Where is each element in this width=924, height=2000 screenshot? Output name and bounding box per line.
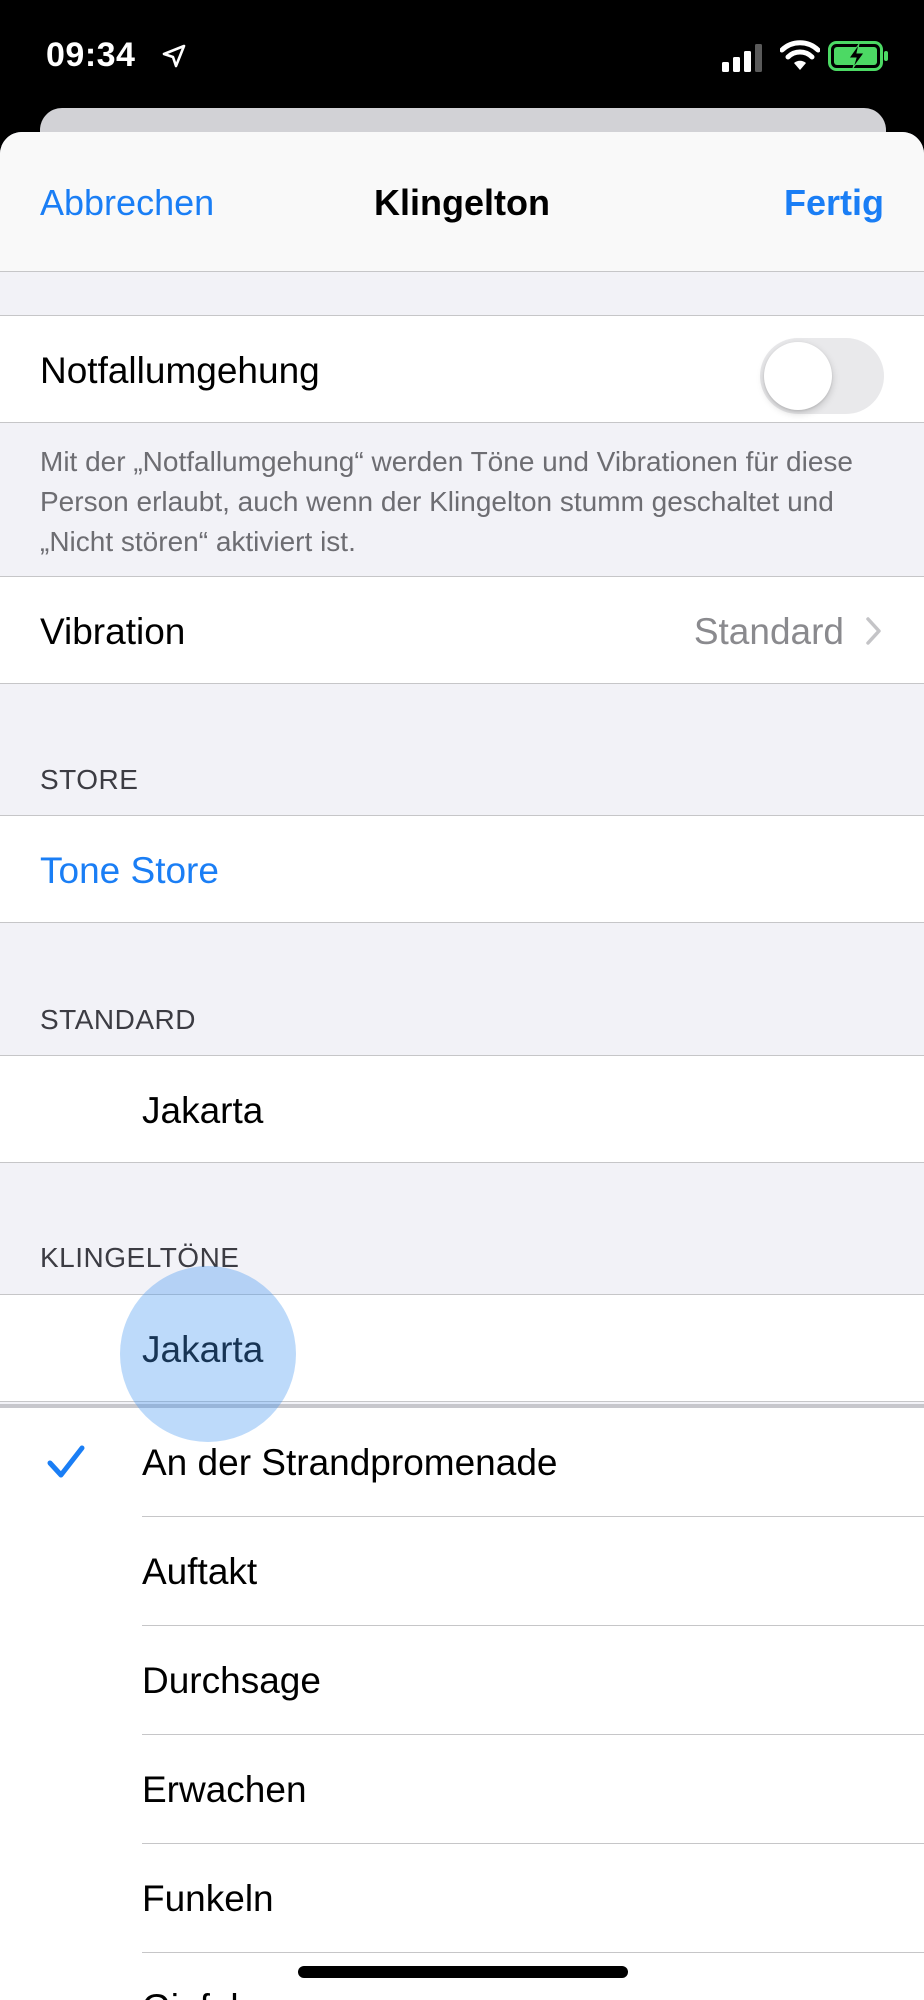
ringtone-label: Funkeln <box>142 1878 274 1919</box>
battery-charging-icon <box>828 41 888 71</box>
standard-section-header: STANDARD <box>40 1004 196 1035</box>
ringtone-label: Gipfel <box>142 1987 239 2000</box>
store-section-header: STORE <box>40 764 139 795</box>
emergency-bypass-row: Notfallumgehung <box>0 315 924 423</box>
ringtone-list: An der Strandpromenade Auftakt Durchsage… <box>0 1408 924 2000</box>
wifi-icon <box>780 40 820 70</box>
location-icon <box>162 44 186 68</box>
ringtone-label: Erwachen <box>142 1769 307 1810</box>
emergency-bypass-label: Notfallumgehung <box>40 350 320 391</box>
standard-tone-row[interactable]: Jakarta <box>0 1055 924 1163</box>
tone-store-row[interactable]: Tone Store <box>0 815 924 923</box>
ringtone-sheet: Abbrechen Klingelton Fertig Notfallumgeh… <box>0 132 924 2000</box>
home-indicator[interactable] <box>298 1966 628 1978</box>
ringtone-label: Durchsage <box>142 1660 321 1701</box>
checkmark-icon <box>47 1445 85 1478</box>
status-time: 09:34 <box>46 36 136 74</box>
ringtone-label: An der Strandpromenade <box>142 1442 558 1483</box>
chevron-right-icon <box>866 617 881 645</box>
vibration-row[interactable]: Vibration Standard <box>0 576 924 684</box>
status-bar: 09:34 <box>0 0 924 110</box>
ringtone-row[interactable]: Erwachen <box>0 1735 924 1844</box>
ringtone-row[interactable]: Auftakt <box>0 1517 924 1626</box>
toggle-knob <box>764 342 832 410</box>
vibration-value: Standard <box>693 611 844 652</box>
signal-icon <box>722 44 762 72</box>
ringtone-row[interactable]: Durchsage <box>0 1626 924 1735</box>
navigation-bar: Abbrechen Klingelton Fertig <box>0 132 924 272</box>
standard-tone-label: Jakarta <box>142 1090 264 1131</box>
ringtone-row-selected[interactable]: An der Strandpromenade <box>0 1408 924 1517</box>
emergency-bypass-note: Mit der „Notfallumgehung“ werden Töne un… <box>40 446 853 557</box>
tone-store-link[interactable]: Tone Store <box>40 850 219 892</box>
emergency-bypass-toggle[interactable] <box>760 338 884 414</box>
ringtone-row[interactable]: Funkeln <box>0 1844 924 1953</box>
done-button[interactable]: Fertig <box>784 182 884 224</box>
vibration-label: Vibration <box>40 611 186 652</box>
touch-indicator <box>120 1266 296 1442</box>
ringtone-label: Auftakt <box>142 1551 258 1592</box>
